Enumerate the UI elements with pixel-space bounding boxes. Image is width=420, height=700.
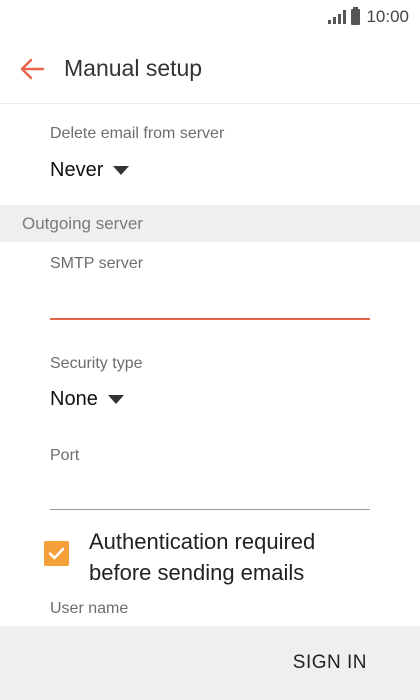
dropdown-arrow-icon bbox=[107, 395, 124, 404]
status-time: 10:00 bbox=[366, 7, 409, 26]
delete-email-dropdown[interactable]: Never bbox=[50, 159, 130, 182]
manual-setup-screen: 10:00 Manual setup Delete email from ser… bbox=[0, 0, 420, 700]
authentication-label: Authentication required before sending e… bbox=[89, 526, 315, 588]
port-label: Port bbox=[50, 447, 80, 464]
sign-in-button[interactable]: SIGN IN bbox=[293, 652, 367, 674]
user-name-label: User name bbox=[50, 600, 129, 617]
page-title: Manual setup bbox=[64, 55, 203, 81]
delete-email-label: Delete email from server bbox=[50, 125, 225, 142]
security-type-dropdown[interactable]: None bbox=[50, 388, 124, 411]
app-bar: Manual setup bbox=[0, 34, 420, 104]
back-button[interactable] bbox=[0, 34, 64, 104]
port-input[interactable] bbox=[50, 474, 370, 508]
battery-icon bbox=[351, 7, 361, 25]
smtp-server-input[interactable] bbox=[50, 284, 370, 318]
delete-email-value: Never bbox=[50, 159, 104, 181]
authentication-checkbox[interactable] bbox=[44, 541, 69, 566]
outgoing-server-header: Outgoing server bbox=[0, 205, 420, 242]
bottom-action-bar: SIGN IN bbox=[0, 626, 420, 700]
back-arrow-icon bbox=[20, 58, 45, 79]
authentication-label-line1: Authentication required bbox=[89, 529, 316, 554]
authentication-checkbox-row[interactable]: Authentication required before sending e… bbox=[44, 526, 315, 588]
checkmark-icon bbox=[48, 547, 65, 560]
outgoing-server-title: Outgoing server bbox=[22, 213, 143, 233]
smtp-server-label: SMTP server bbox=[50, 255, 144, 272]
security-type-label: Security type bbox=[50, 355, 143, 372]
status-bar: 10:00 bbox=[0, 0, 420, 34]
dropdown-arrow-icon bbox=[113, 166, 130, 175]
security-type-value: None bbox=[50, 388, 98, 410]
smtp-server-underline bbox=[50, 318, 370, 320]
signal-icon bbox=[328, 10, 347, 24]
port-underline bbox=[50, 509, 370, 510]
authentication-label-line2: before sending emails bbox=[89, 560, 305, 585]
